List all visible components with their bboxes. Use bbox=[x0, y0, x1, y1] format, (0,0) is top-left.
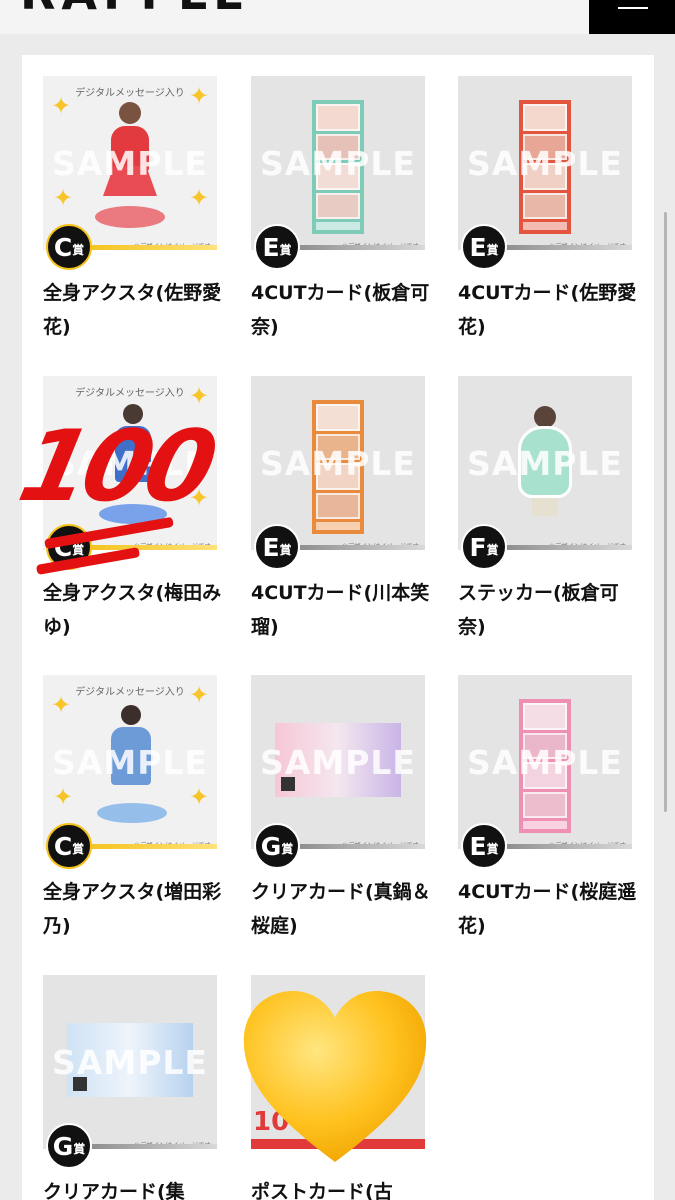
sample-watermark: SAMPLE bbox=[52, 743, 208, 782]
gold-bar bbox=[83, 844, 217, 849]
product-title[interactable]: クリアカード(真鍋＆桜庭) bbox=[251, 875, 431, 943]
gray-bar bbox=[291, 844, 425, 849]
gray-bar bbox=[291, 545, 425, 550]
sample-watermark: SAMPLE bbox=[52, 144, 208, 183]
sample-watermark: SAMPLE bbox=[467, 743, 623, 782]
sample-watermark: SAMPLE bbox=[467, 144, 623, 183]
sticker-legs bbox=[532, 498, 558, 516]
stand-base bbox=[97, 803, 167, 823]
gray-bar bbox=[498, 545, 632, 550]
gray-bar bbox=[498, 245, 632, 250]
product-title[interactable]: 4CUTカード(佐野愛花) bbox=[458, 276, 638, 344]
sparkle-icon: ✦ bbox=[53, 184, 74, 212]
prize-badge: C賞 bbox=[46, 224, 92, 270]
figure-head bbox=[534, 406, 556, 428]
product-title[interactable]: ポストカード(古 bbox=[251, 1175, 431, 1200]
product-title[interactable]: 4CUTカード(川本笑瑠) bbox=[251, 576, 431, 644]
prize-badge: C賞 bbox=[46, 823, 92, 869]
product-title[interactable]: 全身アクスタ(増田彩乃) bbox=[43, 875, 223, 943]
digital-message-tag: デジタルメッセージ入り bbox=[75, 687, 185, 698]
hundred-points-emoji: 100 bbox=[9, 410, 221, 524]
sparkle-icon: ✦ bbox=[189, 184, 210, 212]
sample-watermark: SAMPLE bbox=[52, 1043, 208, 1082]
prize-badge: E賞 bbox=[254, 524, 300, 570]
sample-watermark: SAMPLE bbox=[260, 144, 416, 183]
gold-bar bbox=[83, 245, 217, 250]
scrollbar[interactable] bbox=[664, 212, 667, 812]
site-logo[interactable]: RAFFLE bbox=[20, 0, 251, 20]
sample-watermark: SAMPLE bbox=[260, 444, 416, 483]
prize-badge: G賞 bbox=[254, 823, 300, 869]
product-title[interactable]: 全身アクスタ(梅田みゆ) bbox=[43, 576, 223, 644]
sparkle-icon: ✦ bbox=[53, 783, 74, 811]
sparkle-icon: ✦ bbox=[51, 92, 72, 120]
sparkle-icon: ✦ bbox=[189, 681, 210, 709]
product-title[interactable]: 全身アクスタ(佐野愛花) bbox=[43, 276, 223, 344]
sparkle-icon: ✦ bbox=[189, 382, 210, 410]
product-title[interactable]: ステッカー(板倉可奈) bbox=[458, 576, 638, 644]
product-title[interactable]: クリアカード(集 bbox=[43, 1175, 223, 1200]
sample-watermark: SAMPLE bbox=[260, 743, 416, 782]
menu-button[interactable] bbox=[589, 0, 675, 34]
prize-badge: G賞 bbox=[46, 1123, 92, 1169]
prize-badge: E賞 bbox=[461, 224, 507, 270]
yellow-heart-icon bbox=[243, 991, 427, 1163]
figure-head bbox=[121, 705, 141, 725]
sparkle-icon: ✦ bbox=[189, 82, 210, 110]
digital-message-tag: デジタルメッセージ入り bbox=[75, 388, 185, 399]
sparkle-icon: ✦ bbox=[51, 691, 72, 719]
hamburger-icon bbox=[618, 7, 648, 9]
sample-watermark: SAMPLE bbox=[467, 444, 623, 483]
sparkle-icon: ✦ bbox=[189, 783, 210, 811]
gray-bar bbox=[291, 245, 425, 250]
site-header: RAFFLE bbox=[0, 0, 675, 34]
stand-base bbox=[95, 206, 165, 228]
gold-bar bbox=[83, 545, 217, 550]
prize-badge: E賞 bbox=[254, 224, 300, 270]
gray-bar bbox=[83, 1144, 217, 1149]
product-title[interactable]: 4CUTカード(板倉可奈) bbox=[251, 276, 431, 344]
prize-badge: E賞 bbox=[461, 823, 507, 869]
gray-bar bbox=[498, 844, 632, 849]
prize-badge: F賞 bbox=[461, 524, 507, 570]
figure-head bbox=[119, 102, 141, 124]
product-title[interactable]: 4CUTカード(桜庭遥花) bbox=[458, 875, 638, 943]
digital-message-tag: デジタルメッセージ入り bbox=[75, 88, 185, 99]
